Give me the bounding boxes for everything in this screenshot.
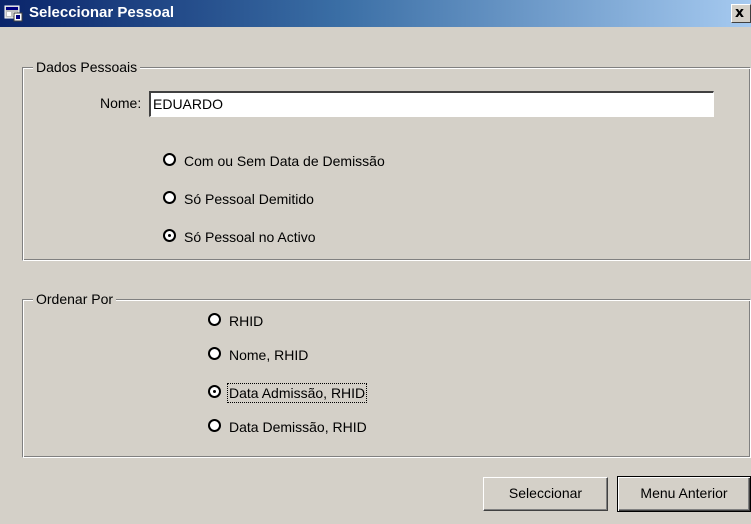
radio-button-icon — [163, 153, 176, 166]
radio-label: Data Admissão, RHID — [226, 383, 368, 403]
close-icon: x — [735, 5, 745, 21]
title-bar[interactable]: Seleccionar Pessoal x — [0, 0, 751, 27]
window-title: Seleccionar Pessoal — [29, 4, 175, 21]
radio-label: Data Demissão, RHID — [229, 419, 367, 435]
app-window-icon — [4, 5, 23, 22]
radio-label: RHID — [229, 313, 264, 329]
radio-button-icon — [208, 347, 221, 360]
nome-label: Nome: — [100, 95, 142, 111]
ordenar-por-group: Ordenar Por — [22, 291, 751, 458]
radio-label: Nome, RHID — [229, 347, 309, 363]
radio-button-icon — [163, 191, 176, 204]
radio-label: Com ou Sem Data de Demissão — [184, 153, 385, 169]
dados-pessoais-legend: Dados Pessoais — [33, 59, 141, 75]
radio-label: Só Pessoal Demitido — [184, 191, 314, 207]
radio-selected-icon — [163, 229, 176, 242]
radio-label: Só Pessoal no Activo — [184, 229, 316, 245]
radio-button-icon — [208, 419, 221, 432]
seleccionar-button[interactable]: Seleccionar — [483, 477, 608, 511]
radio-button-icon — [208, 313, 221, 326]
ordenar-por-legend: Ordenar Por — [33, 291, 117, 307]
seleccionar-pessoal-window: Seleccionar Pessoal x Dados Pessoais Nom… — [0, 0, 751, 524]
menu-anterior-button[interactable]: Menu Anterior — [617, 476, 751, 512]
nome-input[interactable]: EDUARDO — [149, 91, 714, 117]
radio-selected-icon — [208, 385, 221, 398]
close-button[interactable]: x — [731, 4, 751, 23]
